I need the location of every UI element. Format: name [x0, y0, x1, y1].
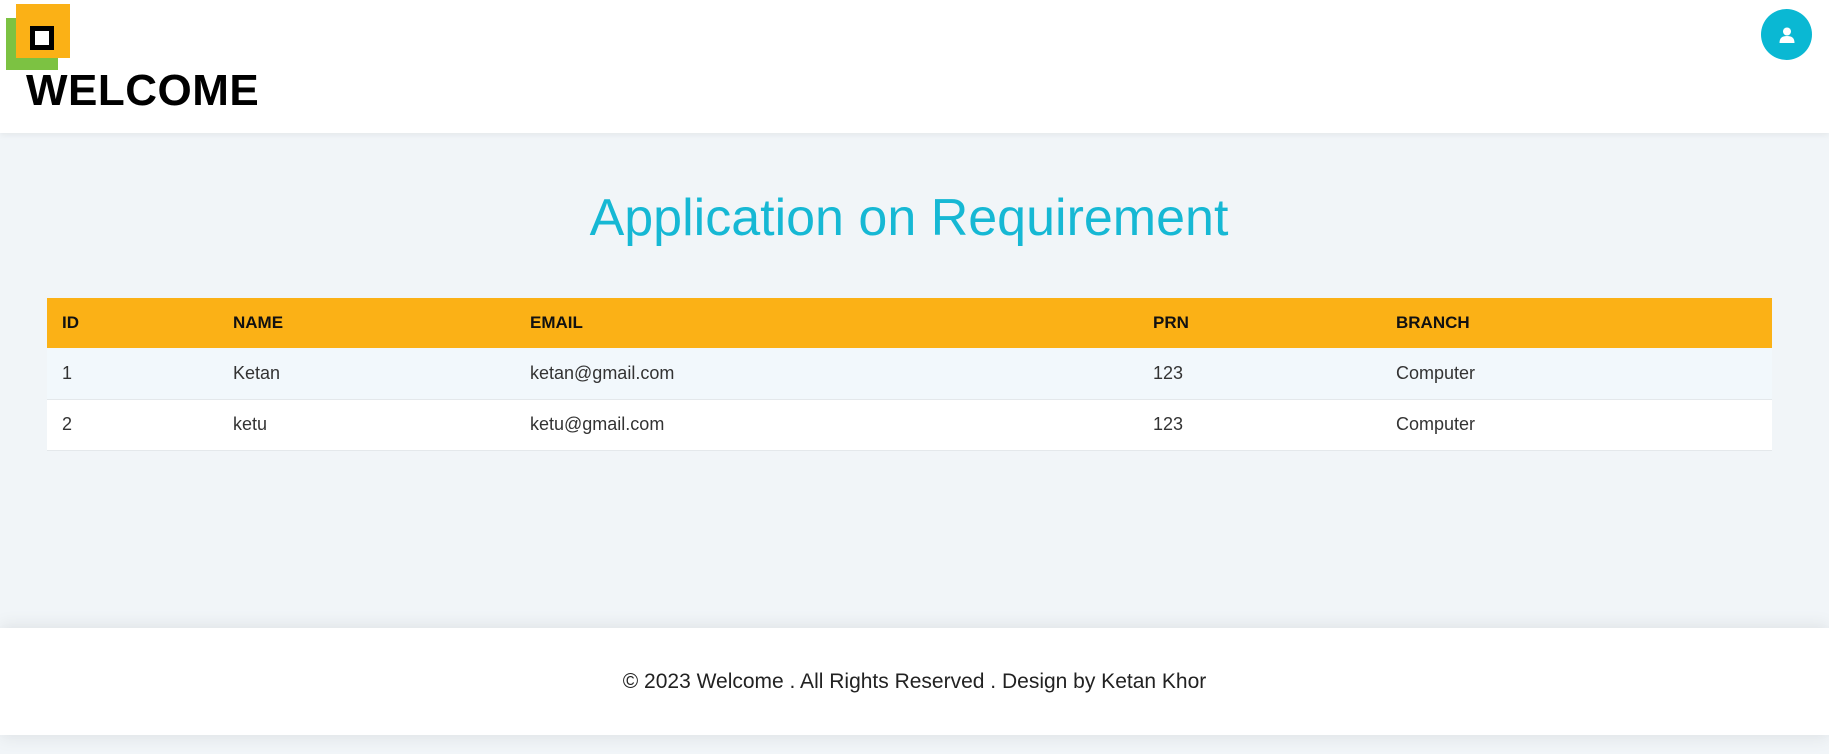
cell-id: 1: [47, 348, 218, 400]
column-header-branch[interactable]: BRANCH: [1381, 298, 1772, 348]
table-row[interactable]: 1 Ketan ketan@gmail.com 123 Computer: [47, 348, 1772, 400]
logo-icon[interactable]: [6, 4, 72, 70]
logo-inner-square: [30, 26, 54, 50]
cell-prn: 123: [1138, 399, 1381, 451]
table-row[interactable]: 2 ketu ketu@gmail.com 123 Computer: [47, 399, 1772, 451]
page-title: Application on Requirement: [589, 189, 1229, 247]
table-header-row: ID NAME EMAIL PRN BRANCH: [47, 298, 1772, 348]
user-account-button[interactable]: [1761, 9, 1812, 60]
cell-email: ketan@gmail.com: [515, 348, 1138, 400]
brand-title: WELCOME: [26, 66, 260, 115]
column-header-id[interactable]: ID: [47, 298, 218, 348]
column-header-name[interactable]: NAME: [218, 298, 515, 348]
cell-branch: Computer: [1381, 348, 1772, 400]
cell-id: 2: [47, 399, 218, 451]
site-header: WELCOME: [0, 0, 1829, 133]
applications-table: ID NAME EMAIL PRN BRANCH 1 Ketan ketan@g…: [47, 298, 1772, 451]
copyright-text: © 2023 Welcome . All Rights Reserved . D…: [622, 670, 1207, 693]
user-icon: [1779, 27, 1794, 43]
cell-email: ketu@gmail.com: [515, 399, 1138, 451]
cell-name: Ketan: [218, 348, 515, 400]
site-footer: © 2023 Welcome . All Rights Reserved . D…: [0, 628, 1829, 735]
cell-branch: Computer: [1381, 399, 1772, 451]
cell-prn: 123: [1138, 348, 1381, 400]
column-header-email[interactable]: EMAIL: [515, 298, 1138, 348]
column-header-prn[interactable]: PRN: [1138, 298, 1381, 348]
cell-name: ketu: [218, 399, 515, 451]
